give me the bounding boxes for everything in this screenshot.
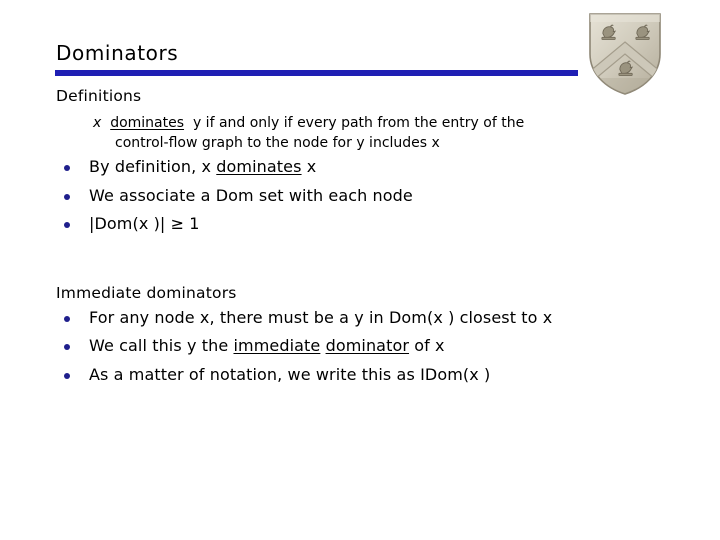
bullet-text-underlined: dominates [216,157,302,176]
bullet-dot-icon [64,344,70,350]
bullet-text-pre: By definition, x [89,157,217,176]
bullet-term-immediate: immediate [233,336,321,355]
slide-body: Definitions x dominates y if and only if… [0,86,720,389]
bullet-dot-icon [64,222,70,228]
immediate-dominators-bullet-list: For any node x, there must be a y in Dom… [0,304,720,390]
definition-var-x: x [93,115,102,131]
section-heading-definitions: Definitions [56,87,142,105]
bullet-text-pre: As a matter of notation, we write this a… [89,364,491,384]
bullet-dot-icon [64,165,70,171]
bullet-text-post: of x [409,336,445,355]
bullet-text-pre: |Dom(x )| ≥ 1 [89,214,200,233]
section-heading-immediate-dominators: Immediate dominators [56,283,237,302]
title-underline-rule [55,70,578,76]
slide-canvas: Dominators Definitions x dominates y if … [0,0,720,540]
list-item: For any node x, there must be a y in Dom… [56,304,720,333]
definition-term-dominates: dominates [110,115,185,131]
definition-line2: control-flow graph to the node for y inc… [115,135,440,151]
list-item: We associate a Dom set with each node [56,182,720,211]
list-item: |Dom(x )| ≥ 1 [56,210,720,239]
definitions-bullet-list: By definition, x dominates x We associat… [0,153,720,239]
rice-university-shield-crest-icon [578,8,672,98]
bullet-text-pre: We call this y the [89,336,234,355]
bullet-text-post: x [301,157,317,176]
bullet-text-pre: We associate a Dom set with each node [89,185,413,205]
bullet-dot-icon [64,315,70,322]
bullet-dot-icon [64,193,70,200]
page-title: Dominators [56,41,179,65]
dominates-definition: x dominates y if and only if every path … [93,113,638,153]
definition-line1-rest: y if and only if every path from the ent… [192,115,525,131]
bullet-text-pre: For any node x, there must be a y in Dom… [89,307,553,327]
list-item: We call this y the immediate dominator o… [56,332,720,361]
bullet-term-dominator: dominator [325,336,410,355]
list-item: By definition, x dominates x [56,153,720,182]
list-item: As a matter of notation, we write this a… [56,361,720,390]
bullet-dot-icon [64,372,70,379]
